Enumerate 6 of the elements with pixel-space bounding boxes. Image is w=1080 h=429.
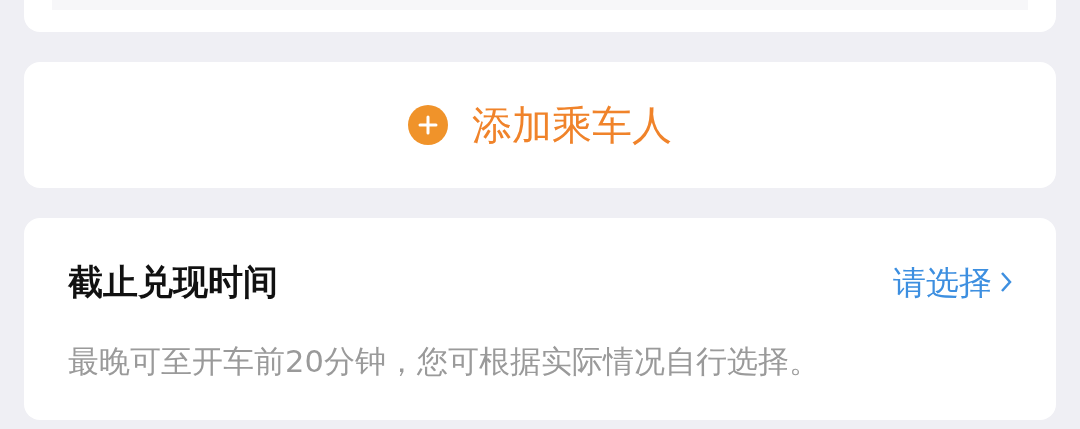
plus-icon	[408, 105, 448, 145]
add-passenger-button[interactable]: 添加乘车人	[24, 62, 1056, 188]
select-link[interactable]: 请选择	[893, 257, 1012, 307]
hint-text: 最晚可至开车前20分钟，您可根据实际情况自行选择。	[68, 342, 821, 381]
chevron-right-icon	[1000, 271, 1012, 294]
deadline-title: 截止兑现时间	[68, 261, 278, 304]
